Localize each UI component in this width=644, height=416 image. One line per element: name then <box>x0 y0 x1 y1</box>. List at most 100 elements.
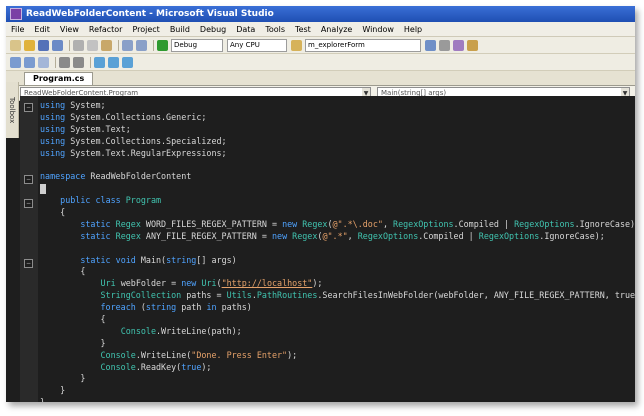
tab-program-cs[interactable]: Program.cs <box>24 72 94 85</box>
menu-item-edit[interactable]: Edit <box>29 25 55 34</box>
code-text[interactable]: using System; using System.Collections.Ge… <box>40 100 635 402</box>
menu-item-build[interactable]: Build <box>165 25 195 34</box>
code-token: ANY_FILE_REGEX_PATTERN = <box>140 230 272 241</box>
solution-explorer-icon[interactable] <box>425 39 436 51</box>
toolbox-side-tab[interactable]: Toolbox <box>6 82 19 138</box>
code-line: StringCollection paths = Utils.PathRouti… <box>40 290 635 302</box>
code-token: .IgnoreCase); <box>539 230 605 241</box>
menu-item-tools[interactable]: Tools <box>260 25 290 34</box>
toolbox-icon[interactable] <box>467 39 478 51</box>
code-token: using <box>40 147 66 158</box>
prev-bookmark-icon[interactable] <box>122 56 133 68</box>
code-line: using System.Text; <box>40 124 635 136</box>
copy-icon[interactable] <box>87 39 98 51</box>
code-line: { <box>40 314 635 326</box>
code-token: "http://localhost" <box>221 278 313 289</box>
open-folder-icon[interactable] <box>24 39 35 51</box>
toolbar-separator <box>55 56 56 68</box>
code-editor[interactable]: − − − − using System; using System.Collec… <box>20 96 635 402</box>
editor-gutter <box>20 96 38 402</box>
collapse-icon[interactable]: − <box>24 175 33 184</box>
code-token: @".*\.doc" <box>332 218 383 229</box>
code-token: new <box>181 278 197 289</box>
code-token: paths = <box>181 290 227 301</box>
solution-platform-select[interactable]: Any CPU <box>227 38 287 52</box>
redo-icon[interactable] <box>136 39 147 51</box>
solution-config-select[interactable]: Debug <box>171 38 223 52</box>
save-icon[interactable] <box>38 39 49 51</box>
next-bookmark-icon[interactable] <box>108 56 119 68</box>
code-token: { <box>40 207 66 218</box>
code-line: Console.WriteLine("Done. Press Enter"); <box>40 350 635 362</box>
code-token: PathRoutines <box>256 290 318 301</box>
menu-bar: File Edit View Refactor Project Build Debug Dat… <box>6 22 635 37</box>
code-token: RegexOptions <box>514 218 575 229</box>
menu-item-view[interactable]: View <box>55 25 84 34</box>
code-token: static <box>80 254 111 265</box>
uncomment-icon[interactable] <box>73 56 84 68</box>
code-token: .ReadKey( <box>135 361 182 372</box>
code-token: true <box>181 361 202 372</box>
toolbar-separator <box>153 39 154 51</box>
toolbar-separator <box>118 39 119 51</box>
find-in-files-icon[interactable] <box>291 39 302 51</box>
code-token: webFolder = <box>115 278 182 289</box>
code-token: RegexOptions <box>357 230 419 241</box>
toolbar-separator <box>69 39 70 51</box>
menu-item-analyze[interactable]: Analyze <box>316 25 358 34</box>
visual-studio-icon <box>10 8 22 20</box>
properties-icon[interactable] <box>439 39 450 51</box>
bookmark-icon[interactable] <box>94 56 105 68</box>
paste-icon[interactable] <box>101 39 112 51</box>
undo-icon[interactable] <box>122 39 133 51</box>
code-token: ReadWebFolderContent <box>85 171 192 182</box>
comment-icon[interactable] <box>59 56 70 68</box>
code-line: { <box>40 266 635 278</box>
collapse-icon[interactable]: − <box>24 199 33 208</box>
menu-item-debug[interactable]: Debug <box>195 25 231 34</box>
indent-icon[interactable] <box>10 56 21 68</box>
code-token: , <box>382 218 394 229</box>
code-line: using System; <box>40 100 635 112</box>
menu-item-data[interactable]: Data <box>231 25 260 34</box>
code-token: Console <box>120 325 156 336</box>
code-line: static Regex WORD_FILES_REGEX_PATTERN = … <box>40 219 635 231</box>
code-token: ); <box>312 278 323 289</box>
code-token: paths) <box>216 302 252 313</box>
new-project-icon[interactable] <box>10 39 21 51</box>
collapse-icon[interactable]: − <box>24 259 33 268</box>
text-cursor <box>40 183 46 194</box>
code-token: Console <box>100 361 136 372</box>
menu-item-refactor[interactable]: Refactor <box>84 25 128 34</box>
code-token: "Done. Press Enter" <box>191 349 288 360</box>
collapse-icon[interactable]: − <box>24 103 33 112</box>
code-token: Uri <box>100 278 116 289</box>
menu-item-window[interactable]: Window <box>357 25 399 34</box>
code-token: System.Collections.Specialized; <box>65 135 227 146</box>
outdent-icon[interactable] <box>24 56 35 68</box>
code-token: using <box>40 135 66 146</box>
menu-item-test[interactable]: Test <box>290 25 316 34</box>
cut-icon[interactable] <box>73 39 84 51</box>
standard-toolbar: Debug Any CPU m_explorerForm <box>6 37 635 54</box>
find-combo[interactable]: m_explorerForm <box>305 38 421 52</box>
save-all-icon[interactable] <box>52 39 63 51</box>
menu-item-file[interactable]: File <box>6 25 29 34</box>
start-debug-icon[interactable] <box>157 39 168 51</box>
code-token: Utils <box>226 290 252 301</box>
code-token: Regex <box>292 230 318 241</box>
code-token: class <box>95 195 121 206</box>
menu-item-project[interactable]: Project <box>127 25 164 34</box>
code-token: using <box>40 111 66 122</box>
vs-window: ReadWebFolderContent - Microsoft Visual … <box>6 6 635 402</box>
object-browser-icon[interactable] <box>453 39 464 51</box>
menu-item-help[interactable]: Help <box>399 25 427 34</box>
word-wrap-icon[interactable] <box>38 56 49 68</box>
